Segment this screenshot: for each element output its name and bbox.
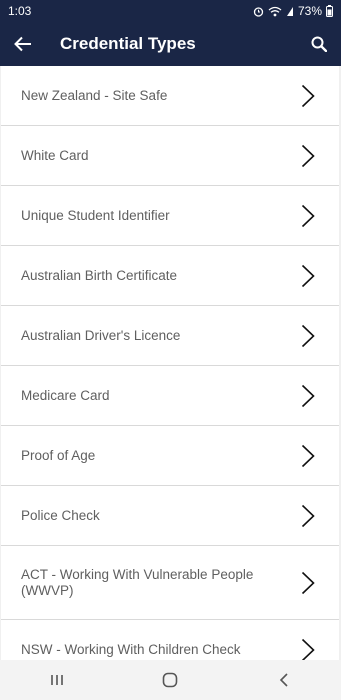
list-item[interactable]: Unique Student Identifier — [1, 186, 339, 246]
chevron-right-icon — [301, 84, 315, 107]
list-item[interactable]: ACT - Working With Vulnerable People (WW… — [1, 546, 339, 620]
list-item-label: New Zealand - Site Safe — [21, 87, 168, 103]
app-bar: Credential Types — [0, 22, 341, 66]
credential-list: New Zealand - Site Safe White Card Uniqu… — [0, 66, 341, 660]
wifi-icon — [268, 6, 282, 16]
chevron-right-icon — [301, 571, 315, 594]
list-item[interactable]: New Zealand - Site Safe — [1, 66, 339, 126]
list-item-label: White Card — [21, 147, 89, 163]
alarm-icon — [253, 6, 264, 17]
list-item-label: ACT - Working With Vulnerable People (WW… — [21, 566, 254, 598]
list-item[interactable]: Medicare Card — [1, 366, 339, 426]
list-item-label: Proof of Age — [21, 447, 96, 463]
chevron-right-icon — [301, 144, 315, 167]
chevron-right-icon — [301, 324, 315, 347]
chevron-right-icon — [301, 504, 315, 527]
system-nav-bar — [0, 660, 341, 700]
chevron-right-icon — [301, 384, 315, 407]
back-icon — [280, 673, 288, 687]
recents-icon — [51, 675, 63, 685]
status-bar: 1:03 73% — [0, 0, 341, 22]
chevron-right-icon — [301, 638, 315, 660]
arrow-left-icon — [14, 36, 31, 52]
system-back-button[interactable] — [254, 660, 314, 700]
list-item-label: Australian Birth Certificate — [21, 267, 178, 283]
list-item-label: Medicare Card — [21, 387, 110, 403]
chevron-right-icon — [301, 204, 315, 227]
list-item[interactable]: Australian Driver's Licence — [1, 306, 339, 366]
chevron-right-icon — [301, 444, 315, 467]
status-time: 1:03 — [8, 4, 32, 18]
list-item-label: Australian Driver's Licence — [21, 327, 181, 343]
home-button[interactable] — [140, 660, 200, 700]
signal-icon — [286, 6, 293, 16]
search-icon — [311, 36, 327, 52]
list-item[interactable]: NSW - Working With Children Check — [1, 620, 339, 660]
status-icons: 73% — [253, 4, 333, 18]
list-item[interactable]: Police Check — [1, 486, 339, 546]
battery-percent: 73% — [297, 4, 322, 18]
recents-button[interactable] — [27, 660, 87, 700]
list-item[interactable]: White Card — [1, 126, 339, 186]
battery-icon — [326, 5, 333, 17]
page-title: Credential Types — [60, 34, 196, 53]
search-button[interactable] — [297, 22, 341, 66]
list-item-label: Unique Student Identifier — [21, 207, 170, 223]
chevron-right-icon — [301, 264, 315, 287]
list-item-label: Police Check — [21, 507, 100, 523]
list-item[interactable]: Proof of Age — [1, 426, 339, 486]
back-button[interactable] — [1, 22, 45, 66]
list-item[interactable]: Australian Birth Certificate — [1, 246, 339, 306]
list-item-label: NSW - Working With Children Check — [21, 641, 241, 657]
home-icon — [163, 672, 178, 688]
